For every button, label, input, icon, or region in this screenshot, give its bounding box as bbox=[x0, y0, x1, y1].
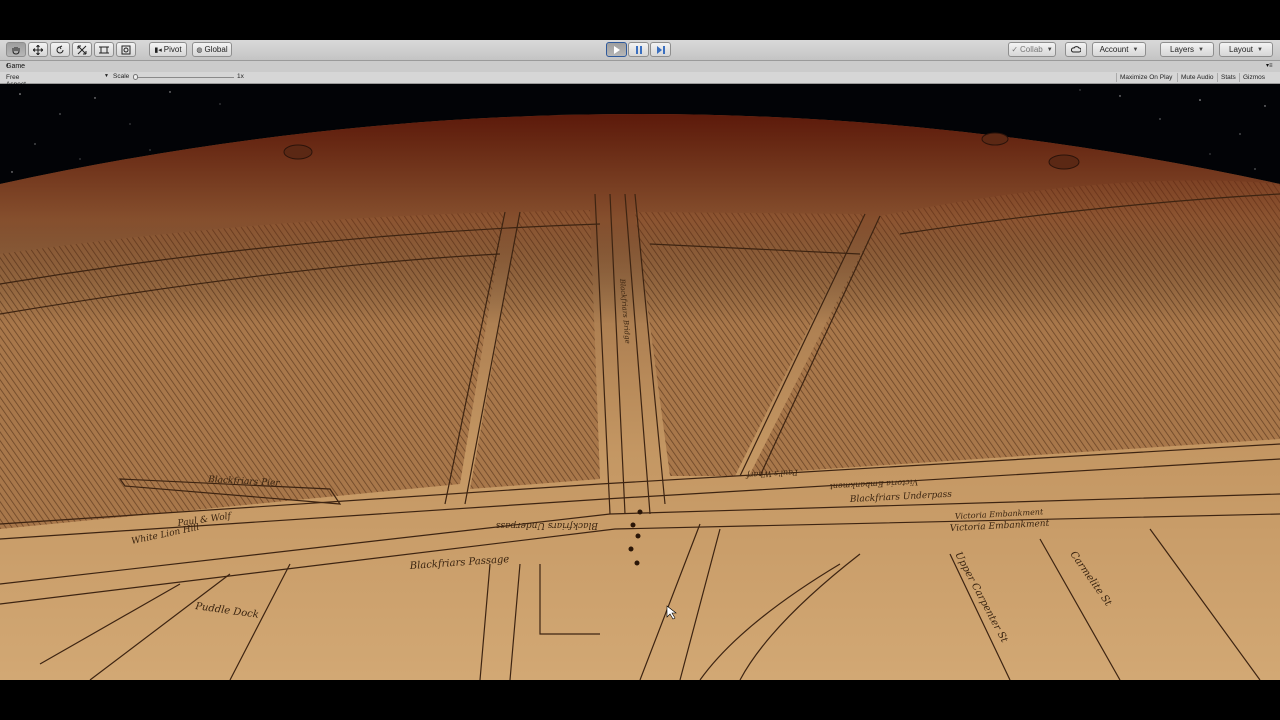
chevron-down-icon: ▼ bbox=[1257, 46, 1263, 53]
rotate-icon bbox=[56, 45, 64, 53]
play-icon bbox=[613, 45, 620, 54]
gizmos-dropdown[interactable]: Gizmos bbox=[1239, 73, 1268, 82]
mute-audio-toggle[interactable]: Mute Audio bbox=[1177, 73, 1217, 82]
hand-tool-button[interactable] bbox=[6, 42, 26, 57]
chevron-down-icon: ▼ bbox=[1046, 46, 1053, 53]
chevron-down-icon: ▼ bbox=[104, 73, 109, 79]
move-tool-button[interactable] bbox=[28, 42, 48, 57]
globe-icon: ◍ bbox=[196, 46, 203, 54]
pivot-icon: ▮◂ bbox=[154, 46, 162, 54]
layout-dropdown[interactable]: Layout ▼ bbox=[1219, 42, 1273, 57]
game-view-toolbar: Free Aspect ▼ Scale 1x Maximize On Play … bbox=[0, 72, 1280, 88]
layers-dropdown[interactable]: Layers ▼ bbox=[1160, 42, 1214, 57]
scale-label: Scale bbox=[113, 73, 130, 80]
chevron-down-icon: ▼ bbox=[1198, 46, 1204, 53]
move-icon bbox=[33, 44, 43, 55]
scale-icon bbox=[77, 45, 87, 54]
step-button[interactable] bbox=[650, 42, 671, 57]
dome-marker bbox=[981, 132, 1009, 146]
transform-tool-button[interactable] bbox=[116, 42, 136, 57]
maximize-on-play-toggle[interactable]: Maximize On Play bbox=[1116, 73, 1175, 82]
rect-icon bbox=[99, 46, 109, 53]
chevron-down-icon: ▼ bbox=[1132, 46, 1139, 53]
account-dropdown[interactable]: Account ▼ bbox=[1092, 42, 1146, 57]
london-map-scene[interactable]: Blackfriars Pier Paul & Wolf White Lion … bbox=[0, 84, 1280, 680]
global-toggle-button[interactable]: ◍ Global bbox=[192, 42, 232, 57]
stats-toggle[interactable]: Stats bbox=[1217, 73, 1239, 82]
collab-button[interactable]: ✓ Collab ▼ bbox=[1008, 42, 1056, 57]
check-icon: ✓ bbox=[1011, 45, 1019, 54]
dome-marker bbox=[1048, 154, 1080, 170]
pivot-toggle-button[interactable]: ▮◂ Pivot bbox=[149, 42, 187, 57]
step-icon bbox=[656, 45, 665, 54]
scale-tool-button[interactable] bbox=[72, 42, 92, 57]
pause-button[interactable] bbox=[628, 42, 649, 57]
tab-menu-icon[interactable]: ▾≡ bbox=[1266, 62, 1273, 69]
dome-marker bbox=[283, 144, 313, 160]
unity-toolbar: ▮◂ Pivot ◍ Global ✓ Collab ▼ Account ▼ Layers… bbox=[0, 40, 1280, 61]
horizon-haze bbox=[0, 114, 1280, 414]
transform-icon bbox=[121, 45, 131, 54]
rect-tool-button[interactable] bbox=[94, 42, 114, 57]
cloud-button[interactable] bbox=[1065, 42, 1087, 57]
play-button[interactable] bbox=[606, 42, 627, 57]
scale-value: 1x bbox=[237, 73, 244, 80]
pause-icon bbox=[635, 45, 642, 54]
map-label: Blackfriars Underpass bbox=[495, 520, 599, 530]
rotate-tool-button[interactable] bbox=[50, 42, 70, 57]
bottom-letterbox bbox=[0, 680, 1280, 720]
scale-slider-track[interactable] bbox=[134, 77, 234, 78]
hand-icon bbox=[12, 46, 20, 55]
cloud-icon bbox=[1071, 46, 1081, 53]
scale-slider-thumb[interactable] bbox=[133, 74, 138, 80]
top-letterbox bbox=[0, 0, 1280, 40]
game-viewport[interactable]: Blackfriars Pier Paul & Wolf White Lion … bbox=[0, 84, 1280, 680]
